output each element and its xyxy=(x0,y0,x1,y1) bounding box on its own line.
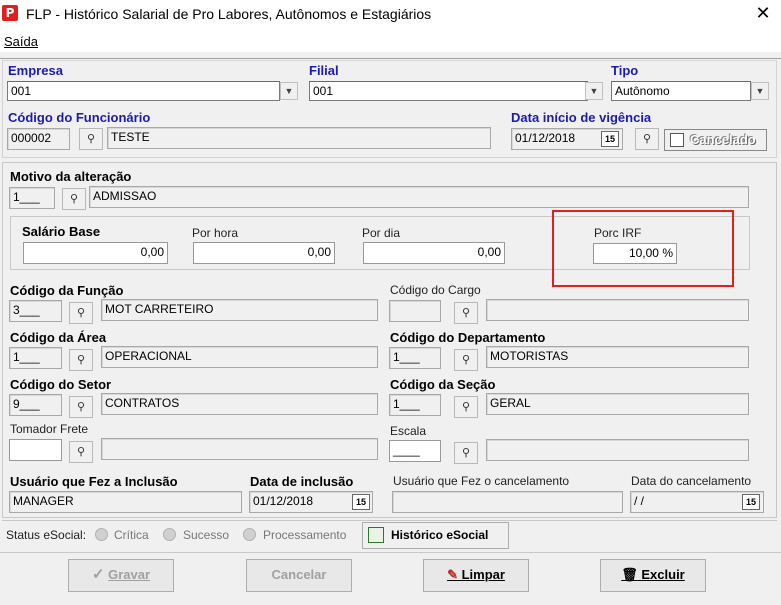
departamento-code-field[interactable]: 1___ xyxy=(389,347,441,369)
binoculars-icon[interactable]: ⚲ xyxy=(69,441,93,463)
critica-radio[interactable] xyxy=(95,528,108,541)
setor-desc-field: CONTRATOS xyxy=(101,393,378,415)
porc-irf-label: Porc IRF xyxy=(594,226,642,240)
binoculars-icon[interactable]: ⚲ xyxy=(69,396,93,418)
sucesso-radio[interactable] xyxy=(163,528,176,541)
cargo-label: Código do Cargo xyxy=(390,283,481,297)
gravar-label: Gravar xyxy=(108,567,151,582)
binoculars-icon[interactable]: ⚲ xyxy=(69,349,93,371)
chevron-down-icon[interactable]: ▼ xyxy=(585,82,603,100)
escala-desc-field xyxy=(486,439,749,461)
processamento-radio[interactable] xyxy=(243,528,256,541)
cargo-code-field[interactable] xyxy=(389,300,441,322)
motivo-label: Motivo da alteração xyxy=(10,169,132,184)
secao-label: Código da Seção xyxy=(390,377,496,392)
motivo-desc-field: ADMISSAO xyxy=(89,186,749,208)
menu-bar xyxy=(0,30,781,52)
calendar-icon[interactable]: 15 xyxy=(352,494,370,510)
app-icon: P xyxy=(2,5,18,21)
eraser-icon: ✎ xyxy=(447,567,458,582)
cancelado-label: Cancelado xyxy=(690,132,756,147)
salario-field[interactable]: 0,00 xyxy=(23,242,168,264)
processamento-label: Processamento xyxy=(263,528,347,542)
tipo-label: Tipo xyxy=(611,63,639,78)
binoculars-icon[interactable]: ⚲ xyxy=(635,128,659,150)
divider xyxy=(0,552,781,553)
escala-code-field[interactable]: ____ xyxy=(389,440,441,462)
motivo-code-field[interactable]: 1___ xyxy=(9,187,55,209)
tipo-select[interactable]: Autônomo xyxy=(611,81,751,101)
cancelar-label: Cancelar xyxy=(271,567,327,582)
cancelado-checkbox[interactable] xyxy=(670,133,684,147)
binoculars-icon[interactable]: ⚲ xyxy=(454,302,478,324)
area-desc-field: OPERACIONAL xyxy=(101,346,378,368)
binoculars-icon[interactable]: ⚲ xyxy=(79,128,103,150)
document-icon xyxy=(368,527,384,543)
limpar-label: Limpar xyxy=(461,567,505,582)
funcionario-label: Código do Funcionário xyxy=(8,110,151,125)
area-label: Código da Área xyxy=(10,330,107,345)
funcionario-code-field[interactable]: 000002 xyxy=(7,128,70,150)
setor-label: Código do Setor xyxy=(10,377,112,392)
tomador-label: Tomador Frete xyxy=(10,422,89,436)
area-code-field[interactable]: 1___ xyxy=(9,347,62,369)
filial-select[interactable]: 001 xyxy=(309,81,588,101)
funcao-desc-field: MOT CARRETEIRO xyxy=(101,299,378,321)
menu-saida[interactable]: Saída xyxy=(4,34,38,49)
tomador-code-field[interactable] xyxy=(9,439,62,461)
empresa-select[interactable]: 001 xyxy=(7,81,280,101)
gravar-button[interactable]: ✓ Gravar xyxy=(68,559,174,592)
secao-code-field[interactable]: 1___ xyxy=(389,394,441,416)
usuario-inclusao-label: Usuário que Fez a Inclusão xyxy=(10,474,178,489)
calendar-icon[interactable]: 15 xyxy=(742,494,760,510)
critica-label: Crítica xyxy=(114,528,149,542)
vigencia-label: Data início de vigência xyxy=(511,110,652,125)
status-label: Status eSocial: xyxy=(6,528,87,542)
empresa-label: Empresa xyxy=(8,63,63,78)
binoculars-icon[interactable]: ⚲ xyxy=(454,349,478,371)
chevron-down-icon[interactable]: ▼ xyxy=(280,82,298,100)
close-icon[interactable]: ✕ xyxy=(748,3,778,25)
cancelar-button[interactable]: Cancelar xyxy=(246,559,352,592)
por-hora-field[interactable]: 0,00 xyxy=(193,242,335,264)
departamento-label: Código do Departamento xyxy=(390,330,546,345)
chevron-down-icon[interactable]: ▼ xyxy=(751,82,769,100)
salario-label: Salário Base xyxy=(22,224,101,239)
funcionario-name-field: TESTE xyxy=(107,127,491,149)
window-title: FLP - Histórico Salarial de Pro Labores,… xyxy=(26,6,432,22)
historico-esocial-label: Histórico eSocial xyxy=(391,528,489,542)
por-hora-label: Por hora xyxy=(192,226,239,240)
usuario-cancel-field xyxy=(392,491,623,513)
cargo-desc-field xyxy=(486,299,749,321)
funcao-code-field[interactable]: 3___ xyxy=(9,300,62,322)
trash-icon: 🗑 xyxy=(621,567,638,582)
excluir-button[interactable]: 🗑 Excluir xyxy=(600,559,706,592)
binoculars-icon[interactable]: ⚲ xyxy=(62,188,86,210)
limpar-button[interactable]: ✎ Limpar xyxy=(423,559,529,592)
check-icon: ✓ xyxy=(91,566,105,583)
porc-irf-field[interactable]: 10,00 % xyxy=(593,243,677,264)
escala-label: Escala xyxy=(390,424,427,438)
tomador-desc-field xyxy=(101,438,378,460)
usuario-cancel-label: Usuário que Fez o cancelamento xyxy=(393,474,570,488)
filial-label: Filial xyxy=(309,63,339,78)
excluir-label: Excluir xyxy=(641,567,685,582)
data-cancel-label: Data do cancelamento xyxy=(631,474,752,488)
sucesso-label: Sucesso xyxy=(183,528,230,542)
binoculars-icon[interactable]: ⚲ xyxy=(454,442,478,464)
binoculars-icon[interactable]: ⚲ xyxy=(454,396,478,418)
secao-desc-field: GERAL xyxy=(486,393,749,415)
setor-code-field[interactable]: 9___ xyxy=(9,394,62,416)
binoculars-icon[interactable]: ⚲ xyxy=(69,302,93,324)
por-dia-field[interactable]: 0,00 xyxy=(363,242,505,264)
usuario-inclusao-field: MANAGER xyxy=(9,491,242,513)
divider xyxy=(0,58,781,59)
data-inclusao-label: Data de inclusão xyxy=(250,474,354,489)
funcao-label: Código da Função xyxy=(10,283,124,298)
calendar-icon[interactable]: 15 xyxy=(601,131,619,147)
departamento-desc-field: MOTORISTAS xyxy=(486,346,749,368)
por-dia-label: Por dia xyxy=(362,226,401,240)
